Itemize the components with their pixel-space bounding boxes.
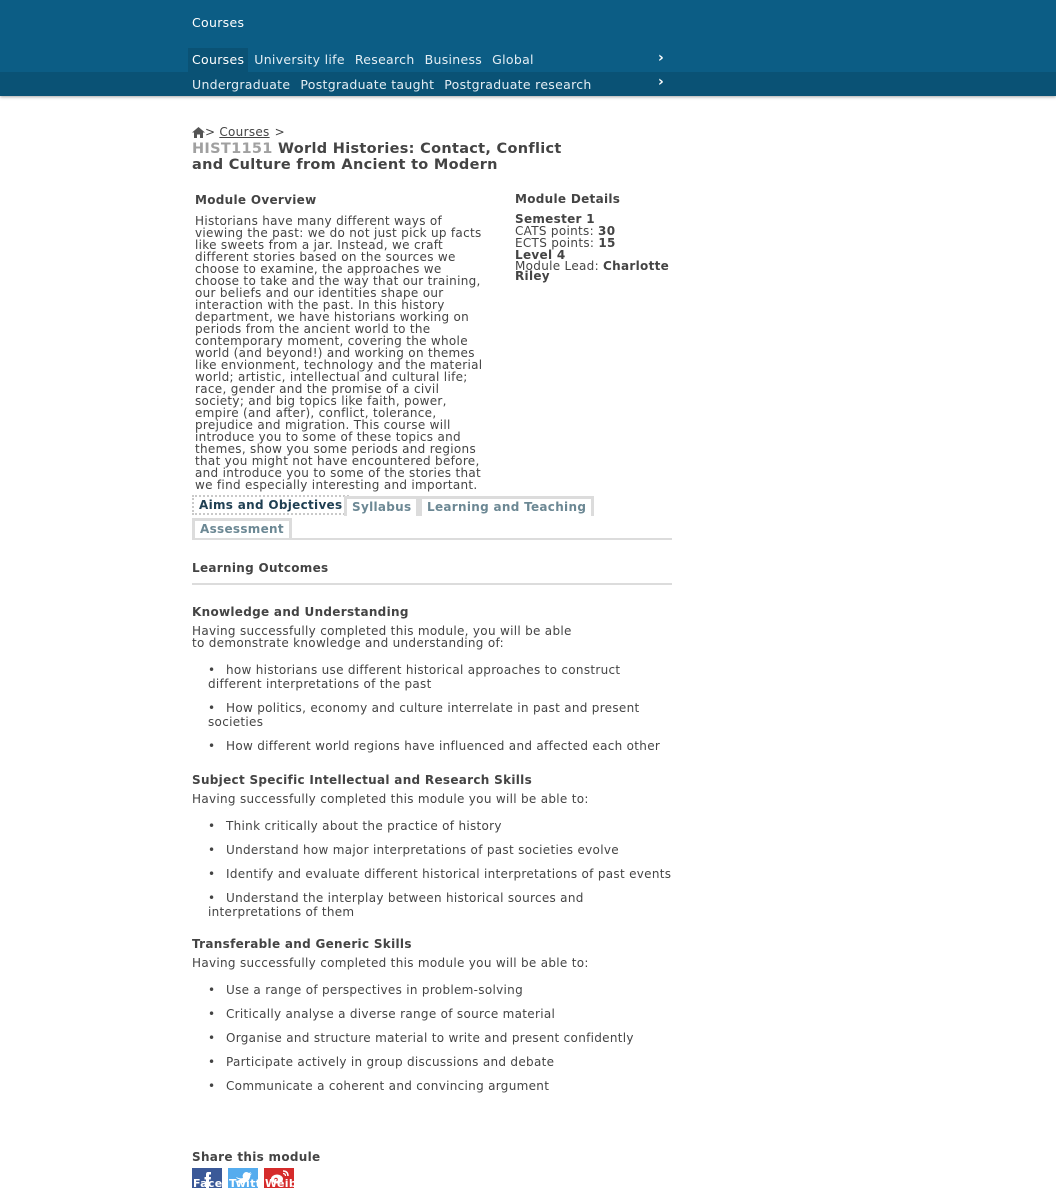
outcome-group-heading: Knowledge and Understanding <box>192 605 409 619</box>
outcome-group-heading: Transferable and Generic Skills <box>192 937 412 951</box>
secondary-nav-postgraduate-research[interactable]: Postgraduate research <box>440 77 595 92</box>
outcome-list: • Think critically about the practice of … <box>192 819 672 919</box>
share-twitter-button[interactable]: Twitter <box>228 1168 258 1188</box>
list-item: • Communicate a coherent and convincing a… <box>208 1079 550 1093</box>
module-code: HIST1151 <box>192 141 273 157</box>
module-overview-text: Historians have many different ways of v… <box>195 214 483 492</box>
home-icon[interactable] <box>192 126 205 138</box>
page-title: HIST1151 World Histories: Contact, Confl… <box>192 141 572 173</box>
module-overview-heading: Module Overview <box>195 193 317 207</box>
outcome-group-intro: Having successfully completed this modul… <box>192 624 572 650</box>
primary-nav-research[interactable]: Research <box>351 48 419 72</box>
module-tabs: Aims and Objectives Syllabus Learning an… <box>192 495 672 540</box>
share-facebook-button[interactable]: Facebook <box>192 1168 222 1188</box>
module-overview: Module Overview Historians have many dif… <box>195 193 485 491</box>
list-item: • Understand the interplay between histor… <box>208 891 584 919</box>
primary-nav: Courses University life Research Busines… <box>188 48 540 72</box>
outcome-group-subject-skills: Subject Specific Intellectual and Resear… <box>192 773 672 929</box>
site-title[interactable]: Courses <box>192 15 244 30</box>
share-heading: Share this module <box>192 1150 321 1164</box>
primary-nav-more-chevron-icon[interactable]: › <box>658 50 664 66</box>
share-weibo-button[interactable]: Weibo <box>264 1168 294 1188</box>
primary-nav-university-life[interactable]: University life <box>250 48 349 72</box>
secondary-nav: Undergraduate Postgraduate taught Postgr… <box>0 72 1056 96</box>
list-item: • Use a range of perspectives in problem-… <box>208 983 523 997</box>
outcome-group-intro: Having successfully completed this modul… <box>192 792 589 806</box>
module-details: Module Details Semester 1 CATS points: 3… <box>515 192 675 282</box>
primary-nav-global[interactable]: Global <box>488 48 538 72</box>
list-item: • how historians use different historical… <box>208 663 621 691</box>
breadcrumb-courses[interactable]: Courses <box>219 125 269 139</box>
list-item: • How politics, economy and culture inter… <box>208 701 640 729</box>
breadcrumb-separator: > <box>205 125 216 139</box>
outcome-group-intro: Having successfully completed this modul… <box>192 956 589 970</box>
outcome-group-knowledge: Knowledge and Understanding Having succe… <box>192 605 672 763</box>
list-item: • Critically analyse a diverse range of s… <box>208 1007 556 1021</box>
tab-learning-and-teaching[interactable]: Learning and Teaching <box>419 496 595 516</box>
ects-value: 15 <box>598 236 616 250</box>
primary-nav-business[interactable]: Business <box>421 48 487 72</box>
list-item: • Participate actively in group discussio… <box>208 1055 555 1069</box>
breadcrumb-separator: > <box>274 125 285 139</box>
outcome-group-heading: Subject Specific Intellectual and Resear… <box>192 773 533 787</box>
list-item: • Identify and evaluate different histori… <box>208 867 672 881</box>
site-header: Courses Courses University life Research… <box>0 0 1056 96</box>
primary-nav-courses[interactable]: Courses <box>188 48 249 72</box>
learning-outcomes-heading: Learning Outcomes <box>192 561 672 585</box>
secondary-nav-more-chevron-icon[interactable]: › <box>658 74 664 90</box>
list-item: • Organise and structure material to writ… <box>208 1031 634 1045</box>
tab-aims-and-objectives[interactable]: Aims and Objectives <box>192 495 350 515</box>
outcome-group-transferable-skills: Transferable and Generic Skills Having s… <box>192 937 672 1103</box>
secondary-nav-undergraduate[interactable]: Undergraduate <box>188 77 294 92</box>
tab-assessment[interactable]: Assessment <box>192 518 292 538</box>
tab-syllabus[interactable]: Syllabus <box>344 496 420 516</box>
module-details-heading: Module Details <box>515 192 621 206</box>
main-content: > Courses > HIST1151 World Histories: Co… <box>192 124 672 1093</box>
list-item: • Think critically about the practice of … <box>208 819 502 833</box>
breadcrumb: > Courses > <box>192 124 672 140</box>
share-module: Share this module Facebook Twitter Weibo <box>192 1150 320 1188</box>
list-item: • Understand how major interpretations of… <box>208 843 619 857</box>
outcome-list: • Use a range of perspectives in problem-… <box>192 983 672 1093</box>
list-item: • How different world regions have influe… <box>208 739 661 753</box>
outcome-list: • how historians use different historical… <box>192 663 672 753</box>
secondary-nav-postgraduate-taught[interactable]: Postgraduate taught <box>296 77 438 92</box>
module-lead: Module Lead: Charlotte Riley <box>515 260 675 282</box>
